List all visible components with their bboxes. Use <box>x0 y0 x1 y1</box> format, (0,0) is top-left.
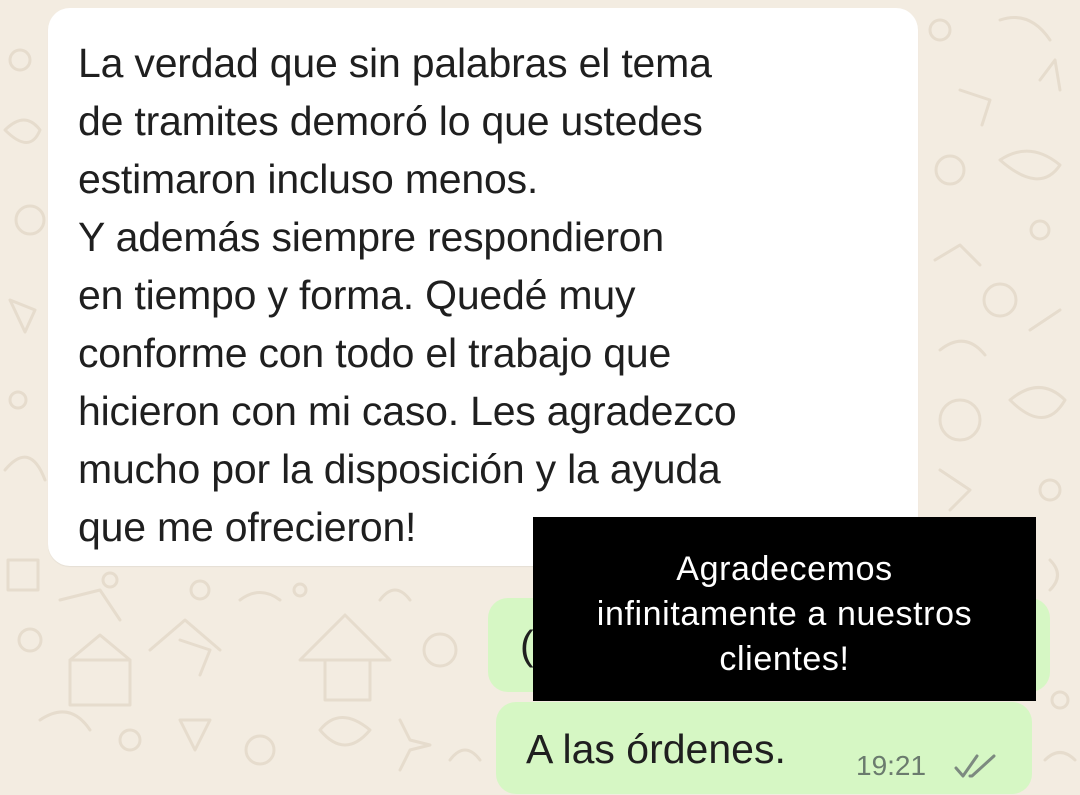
double-check-icon <box>954 754 996 778</box>
incoming-message-text: La verdad que sin palabras el tema de tr… <box>78 34 898 556</box>
message-line: Y además siempre respondieron <box>78 214 664 260</box>
caption-line: infinitamente a nuestros <box>596 595 973 633</box>
message-line: mucho por la disposición y la ayuda <box>78 446 721 492</box>
caption-line: Agradecemos <box>676 550 893 588</box>
outgoing-reply-bubble[interactable]: A las órdenes. 19:21 <box>496 702 1032 794</box>
caption-line: clientes! <box>719 640 850 678</box>
message-line: de tramites demoró lo que ustedes <box>78 98 703 144</box>
message-line: La verdad que sin palabras el tema <box>78 40 712 86</box>
incoming-message-bubble[interactable]: La verdad que sin palabras el tema de tr… <box>48 8 918 566</box>
message-line: en tiempo y forma. Quedé muy <box>78 272 636 318</box>
caption-overlay: Agradecemos infinitamente a nuestros cli… <box>533 517 1036 701</box>
outgoing-message-partial-text: ( <box>520 622 534 668</box>
message-line: hicieron con mi caso. Les agradezco <box>78 388 737 434</box>
message-line: conforme con todo el trabajo que <box>78 330 672 376</box>
message-timestamp: 19:21 <box>856 750 927 781</box>
reply-message-text: A las órdenes. <box>526 726 786 772</box>
message-line: estimaron incluso menos. <box>78 156 539 202</box>
